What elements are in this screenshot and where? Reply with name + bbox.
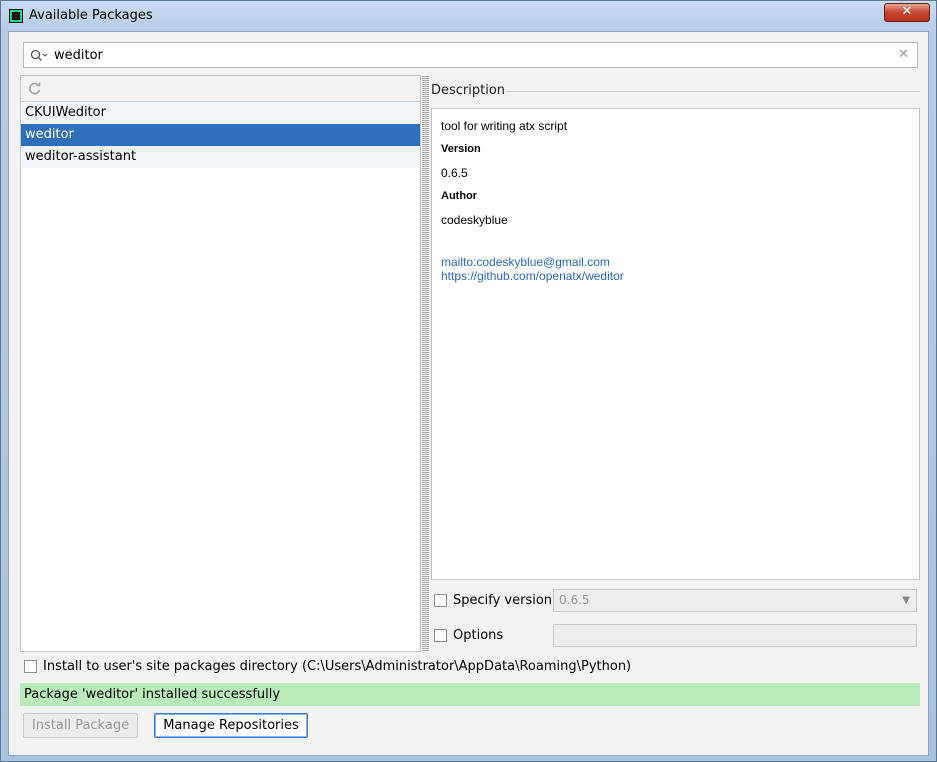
author-heading: Author (441, 190, 478, 202)
author-value: codeskyblue (441, 213, 508, 227)
package-summary: tool for writing atx script (441, 119, 568, 133)
refresh-icon[interactable] (27, 81, 42, 96)
version-heading: Version (441, 143, 481, 155)
version-select[interactable]: 0.6.5 ▼ (553, 589, 917, 612)
description-label: Description (431, 83, 506, 98)
author-email-link[interactable]: mailto:codeskyblue@gmail.com (441, 255, 610, 269)
close-button[interactable]: ✕ (884, 3, 930, 22)
window-title: Available Packages (29, 8, 153, 23)
status-message: Package 'weditor' installed successfully (20, 683, 920, 706)
options-label: Options (453, 628, 504, 643)
install-package-button[interactable]: Install Package (23, 713, 138, 738)
package-item-ckuiweditor[interactable]: CKUIWeditor (21, 102, 420, 124)
search-input[interactable] (54, 46, 874, 64)
panel-splitter[interactable] (422, 75, 429, 652)
version-value: 0.6.5 (441, 166, 468, 180)
package-name: weditor-assistant (25, 149, 137, 164)
package-item-weditor[interactable]: weditor (21, 124, 420, 146)
options-checkbox[interactable] (434, 629, 447, 642)
title-bar[interactable]: Available Packages ✕ (1, 1, 936, 31)
specify-version-label: Specify version (453, 593, 553, 608)
search-icon[interactable] (30, 49, 48, 62)
homepage-link[interactable]: https://github.com/openatx/weditor (441, 269, 624, 283)
package-name: weditor (25, 127, 74, 142)
package-list: CKUIWeditor weditor weditor-assistant (20, 75, 421, 652)
package-name: CKUIWeditor (25, 105, 106, 120)
chevron-down-icon: ▼ (902, 595, 910, 606)
pycharm-app-icon (9, 9, 23, 23)
options-input[interactable] (553, 624, 917, 647)
list-toolbar (21, 76, 420, 102)
description-divider (506, 91, 920, 92)
dialog-content: ✕ CKUIWeditor weditor weditor-assistant … (8, 31, 929, 756)
specify-version-checkbox[interactable] (434, 594, 447, 607)
description-panel: tool for writing atx script Version 0.6.… (431, 108, 920, 580)
search-box[interactable]: ✕ (23, 42, 918, 68)
version-select-value: 0.6.5 (559, 593, 590, 607)
install-to-user-checkbox[interactable] (24, 660, 37, 673)
clear-search-icon[interactable]: ✕ (898, 47, 909, 62)
dialog-window: Available Packages ✕ ✕ CKUIWeditor (0, 0, 937, 762)
install-to-user-label: Install to user's site packages director… (43, 659, 632, 674)
package-item-weditor-assistant[interactable]: weditor-assistant (21, 146, 420, 168)
manage-repositories-button[interactable]: Manage Repositories (154, 713, 308, 738)
